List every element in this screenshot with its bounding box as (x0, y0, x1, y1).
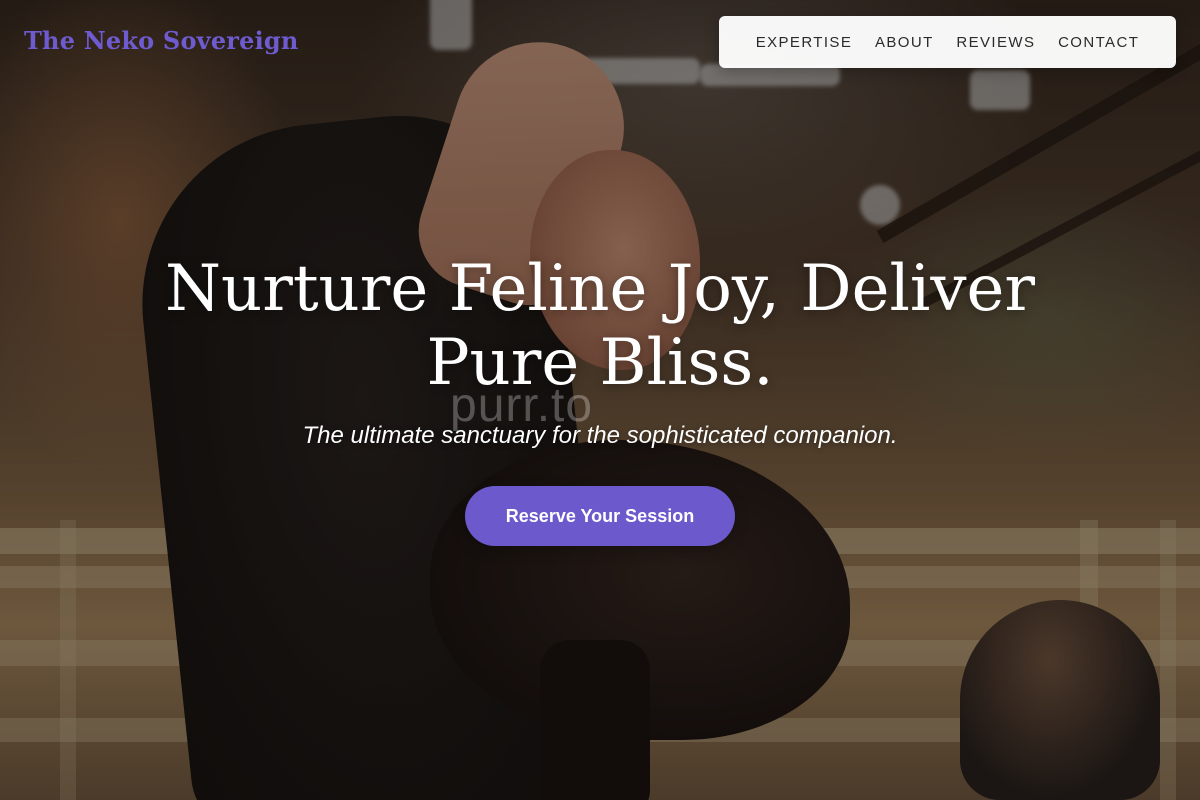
hero-section: Nurture Feline Joy, Deliver Pure Bliss. (0, 252, 1200, 400)
nav-item-reviews[interactable]: REVIEWS (956, 34, 1035, 51)
hero-headline-line2: Pure Bliss. (426, 326, 774, 400)
hero-headline-line1: Nurture Feline Joy, Deliver (165, 252, 1035, 326)
brand-logo[interactable]: The Neko Sovereign (24, 26, 299, 55)
nav-item-contact[interactable]: CONTACT (1058, 34, 1139, 51)
nav-item-about[interactable]: ABOUT (875, 34, 934, 51)
reserve-session-button[interactable]: Reserve Your Session (465, 486, 735, 546)
hero-background-photo (0, 0, 1200, 800)
main-nav: EXPERTISE ABOUT REVIEWS CONTACT (719, 16, 1176, 68)
hero-headline: Nurture Feline Joy, Deliver Pure Bliss. (150, 252, 1050, 400)
nav-item-expertise[interactable]: EXPERTISE (756, 34, 853, 51)
hero-subtitle: The ultimate sanctuary for the sophistic… (302, 422, 898, 449)
